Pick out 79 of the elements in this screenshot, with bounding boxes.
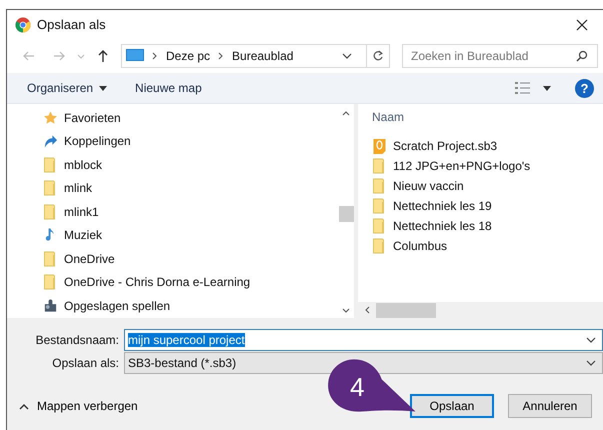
breadcrumb[interactable]: Bureaublad [232, 49, 294, 63]
file-name: Scratch Project.sb3 [393, 139, 498, 153]
caret-icon [99, 86, 108, 90]
nav-item-label: OneDrive [64, 252, 115, 266]
nav-item-label: Favorieten [64, 110, 121, 125]
chevron-up-icon [19, 402, 29, 410]
scratch-file-icon [372, 138, 387, 154]
scroll-thumb[interactable] [376, 302, 436, 318]
window-title: Opslaan als [37, 17, 107, 32]
puzzle-icon [43, 298, 58, 314]
folder-icon [43, 156, 58, 173]
folder-icon [372, 238, 387, 254]
nav-item[interactable]: Muziek [43, 224, 338, 247]
star-icon [43, 110, 58, 126]
hide-folders-button[interactable]: Mappen verbergen [19, 399, 138, 413]
file-item[interactable]: Nettechniek les 19 [372, 196, 603, 216]
nav-item[interactable]: mlink [43, 176, 338, 200]
file-item[interactable]: Nettechniek les 18 [372, 216, 603, 236]
chevron-down-icon [586, 358, 596, 368]
file-name: Nettechniek les 18 [393, 219, 492, 233]
up-arrow-icon[interactable] [96, 49, 110, 63]
nav-item[interactable]: mblock [43, 153, 338, 176]
address-bar[interactable]: Deze pc Bureaublad [121, 44, 390, 68]
chrome-logo-icon [15, 16, 31, 32]
field-label: Opslaan als: [51, 356, 120, 370]
folder-icon [372, 158, 387, 174]
nav-item[interactable]: mlink1 [43, 200, 338, 224]
file-type-dropdown[interactable]: SB3-bestand (*.sb3) [124, 352, 603, 374]
nav-item[interactable]: Favorieten [43, 106, 338, 130]
folder-icon [372, 218, 387, 234]
organize-menu[interactable]: Organiseren [23, 79, 112, 97]
save-button[interactable]: Opslaan [410, 394, 494, 418]
field-label: Bestandsnaam: [34, 332, 120, 346]
search-field[interactable]: Zoeken in Bureaublad [402, 44, 598, 68]
nav-item-label: OneDrive - Chris Dorna e-Learning [64, 275, 250, 290]
breadcrumb[interactable]: Deze pc [166, 49, 210, 63]
nav-item-label: mblock [64, 158, 102, 172]
view-options-icon[interactable] [515, 81, 531, 95]
file-item[interactable]: Columbus [372, 236, 603, 256]
folder-icon [43, 274, 58, 290]
nav-item[interactable]: Koppelingen [43, 130, 338, 153]
nav-item-label: mlink [64, 181, 92, 196]
cancel-button[interactable]: Annuleren [508, 394, 592, 418]
column-header[interactable]: Naam [372, 110, 404, 124]
caret-icon[interactable] [543, 86, 551, 90]
file-name: Nettechniek les 19 [393, 199, 492, 213]
scroll-thumb[interactable] [338, 206, 354, 222]
nav-item[interactable]: Opgeslagen spellen [43, 294, 338, 318]
nav-item-label: Koppelingen [64, 134, 131, 148]
file-name: 112 JPG+en+PNG+logo's [393, 159, 530, 173]
nav-item-label: mlink1 [64, 204, 99, 219]
nav-item[interactable]: OneDrive [43, 247, 338, 270]
help-button[interactable]: ? [575, 78, 594, 98]
folder-icon [372, 178, 387, 194]
chevron-down-icon [586, 334, 596, 344]
chevron-right-icon [218, 52, 224, 60]
chevron-right-icon [152, 52, 158, 60]
nav-item[interactable]: OneDrive - Chris Dorna e-Learning [43, 270, 338, 294]
filename-field[interactable]: mijn supercool project [124, 328, 603, 350]
arrow-icon [43, 133, 58, 150]
file-item[interactable]: Nieuw vaccin [372, 176, 603, 196]
file-item[interactable]: Scratch Project.sb3 [372, 136, 603, 156]
nav-item-label: Muziek [64, 228, 102, 242]
new-folder-button[interactable]: Nieuwe map [131, 79, 206, 97]
folder-icon [372, 198, 387, 214]
folder-icon [43, 204, 58, 220]
close-icon [576, 18, 588, 30]
chevron-down-icon[interactable] [342, 51, 352, 61]
folder-icon [43, 180, 58, 196]
file-name: Nieuw vaccin [393, 179, 464, 193]
scroll-up-icon[interactable] [342, 110, 350, 116]
file-name: Columbus [393, 239, 448, 253]
file-item[interactable]: 112 JPG+en+PNG+logo's [372, 156, 603, 176]
scroll-down-icon[interactable] [342, 308, 350, 314]
monitor-icon [126, 49, 144, 63]
step-number: 4 [350, 372, 364, 402]
scroll-left-icon[interactable] [364, 306, 370, 314]
nav-item-label: Opgeslagen spellen [64, 298, 170, 313]
folder-icon [43, 250, 58, 267]
